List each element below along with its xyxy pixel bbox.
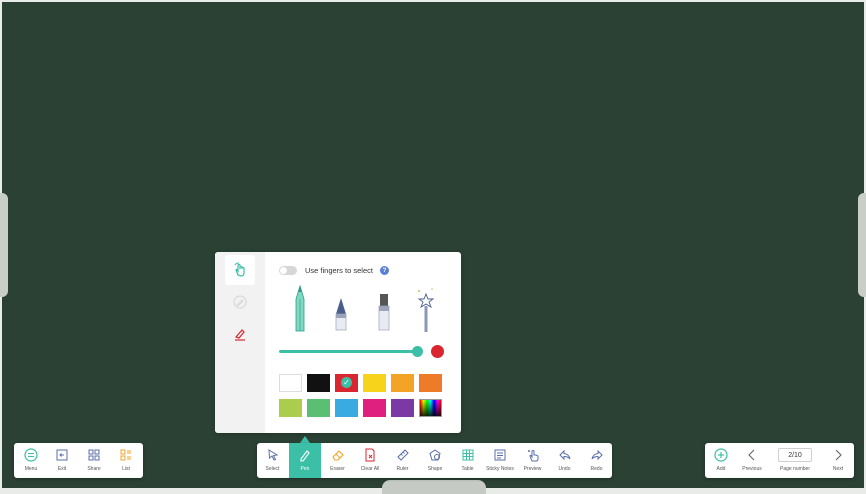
- shape-icon: [429, 449, 441, 461]
- bottom-handle[interactable]: [382, 480, 486, 494]
- pen-settings-panel: Use fingers to select ? ✓: [215, 252, 461, 433]
- eraser-tool-button[interactable]: Eraser: [322, 443, 353, 478]
- select-tool-button[interactable]: Select: [257, 443, 288, 478]
- color-swatch-green[interactable]: [307, 399, 330, 417]
- page-number-control[interactable]: 2/10 Page number: [772, 443, 818, 478]
- preview-button[interactable]: Preview: [517, 443, 548, 478]
- list-button[interactable]: List: [111, 443, 141, 478]
- use-fingers-row: Use fingers to select ?: [279, 263, 389, 277]
- preview-icon: [527, 450, 538, 462]
- magic-wand-pen-icon[interactable]: [416, 284, 436, 334]
- ruler-icon: [396, 449, 409, 461]
- select-hand-icon[interactable]: [225, 255, 255, 285]
- color-swatch-orange[interactable]: [419, 374, 442, 392]
- check-icon: ✓: [341, 377, 352, 388]
- pen-tool-button[interactable]: Pen: [289, 443, 321, 478]
- add-label: Add: [716, 466, 726, 472]
- page-toolbar: Add Previous 2/10 Page number Next: [705, 443, 854, 478]
- rainbow-shade: [420, 400, 441, 416]
- main-toolbar: Select Pen Eraser Clear All Ruler Shape …: [257, 443, 612, 478]
- share-button[interactable]: Share: [79, 443, 109, 478]
- thickness-slider-track[interactable]: [279, 350, 416, 353]
- add-page-button[interactable]: Add: [707, 443, 735, 478]
- undo-button[interactable]: Undo: [549, 443, 580, 478]
- undo-icon: [558, 449, 570, 461]
- highlighter-pen-icon[interactable]: [374, 284, 394, 334]
- menu-label: Menu: [24, 466, 38, 472]
- exit-button[interactable]: Exit: [47, 443, 77, 478]
- exit-label: Exit: [57, 466, 67, 472]
- add-icon: [714, 448, 728, 462]
- pen-mode-icon[interactable]: [225, 287, 255, 317]
- previous-page-button[interactable]: Previous: [736, 443, 768, 478]
- eraser-mode-icon[interactable]: [225, 319, 255, 349]
- exit-icon: [56, 449, 68, 461]
- pen-mode-sidebar: [215, 252, 265, 433]
- color-swatch-yellow[interactable]: [363, 374, 386, 392]
- select-label: Select: [265, 466, 280, 472]
- clear-all-icon: [365, 448, 375, 462]
- active-tool-pointer: [300, 436, 310, 443]
- color-swatch-rainbow[interactable]: [419, 399, 442, 417]
- ruler-tool-button[interactable]: Ruler: [387, 443, 418, 478]
- pen-label: Pen: [300, 466, 310, 472]
- color-swatch-white[interactable]: [279, 374, 302, 392]
- table-icon: [462, 449, 473, 461]
- sticky-notes-icon: [494, 449, 506, 461]
- table-tool-button[interactable]: Table: [452, 443, 483, 478]
- left-toolbar: Menu Exit Share List: [14, 443, 143, 478]
- previous-label: Previous: [742, 466, 762, 472]
- next-page-button[interactable]: Next: [824, 443, 852, 478]
- list-label: List: [122, 466, 130, 472]
- color-swatch-pink[interactable]: [363, 399, 386, 417]
- next-label: Next: [832, 466, 844, 472]
- redo-label: Redo: [590, 466, 603, 472]
- color-swatch-red[interactable]: ✓: [335, 374, 358, 392]
- pen-icon: [300, 450, 310, 462]
- menu-button[interactable]: Menu: [16, 443, 46, 478]
- brush-pen-icon[interactable]: [331, 284, 351, 334]
- use-fingers-toggle[interactable]: [279, 265, 297, 275]
- page-number-label: Page number: [779, 466, 811, 472]
- color-swatch-lime[interactable]: [279, 399, 302, 417]
- sticky-notes-button[interactable]: Sticky Notes: [484, 443, 516, 478]
- ruler-label: Ruler: [396, 466, 409, 472]
- current-color-indicator: [431, 345, 444, 358]
- clear-all-label: Clear All: [360, 466, 380, 472]
- color-swatch-black[interactable]: [307, 374, 330, 392]
- left-side-handle[interactable]: [0, 193, 8, 297]
- sticky-notes-label: Sticky Notes: [486, 466, 514, 472]
- page-number-input[interactable]: 2/10: [778, 448, 812, 462]
- help-icon[interactable]: ?: [379, 265, 389, 275]
- shape-tool-button[interactable]: Shape: [419, 443, 451, 478]
- shape-label: Shape: [427, 466, 443, 472]
- list-icon: [120, 449, 131, 461]
- use-fingers-label: Use fingers to select: [305, 265, 373, 275]
- undo-label: Undo: [558, 466, 571, 472]
- chevron-right-icon: [835, 449, 842, 461]
- share-label: Share: [87, 466, 101, 472]
- share-icon: [88, 449, 100, 461]
- select-icon: [267, 449, 278, 461]
- color-swatch-purple[interactable]: [391, 399, 414, 417]
- chevron-left-icon: [748, 449, 755, 461]
- color-swatch-light-orange[interactable]: [391, 374, 414, 392]
- thickness-slider-thumb[interactable]: [412, 346, 423, 357]
- clear-all-button[interactable]: Clear All: [354, 443, 386, 478]
- redo-button[interactable]: Redo: [581, 443, 612, 478]
- color-swatch-blue[interactable]: [335, 399, 358, 417]
- preview-label: Preview: [523, 466, 542, 472]
- menu-icon: [24, 448, 38, 462]
- table-label: Table: [461, 466, 474, 472]
- eraser-label: Eraser: [330, 466, 345, 472]
- right-side-handle[interactable]: [858, 193, 866, 297]
- marker-pen-icon[interactable]: [290, 284, 310, 334]
- eraser-icon: [331, 450, 344, 461]
- redo-icon: [591, 449, 603, 461]
